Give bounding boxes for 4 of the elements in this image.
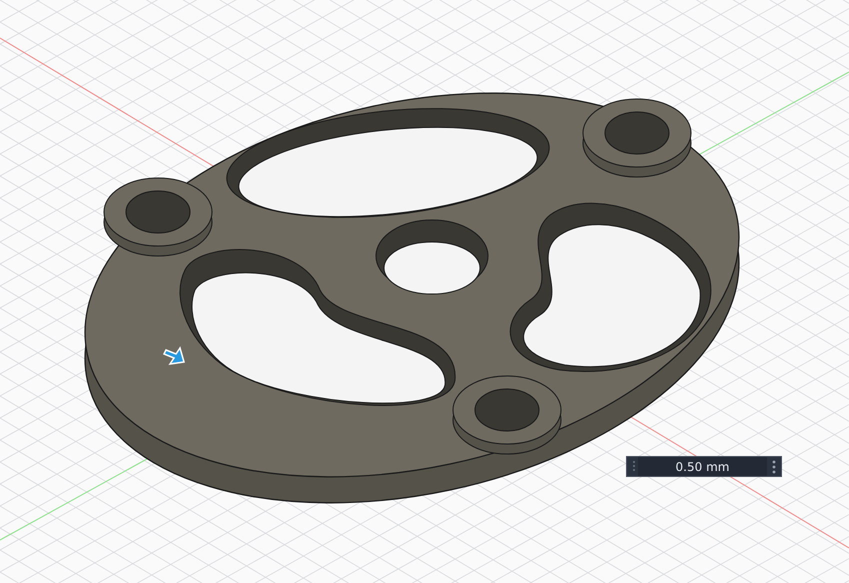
more-options-icon[interactable] bbox=[772, 460, 776, 474]
direction-arrow-icon[interactable] bbox=[162, 346, 185, 365]
dimension-field[interactable]: 0.50 mm bbox=[626, 456, 782, 477]
grip-icon[interactable] bbox=[630, 460, 638, 474]
